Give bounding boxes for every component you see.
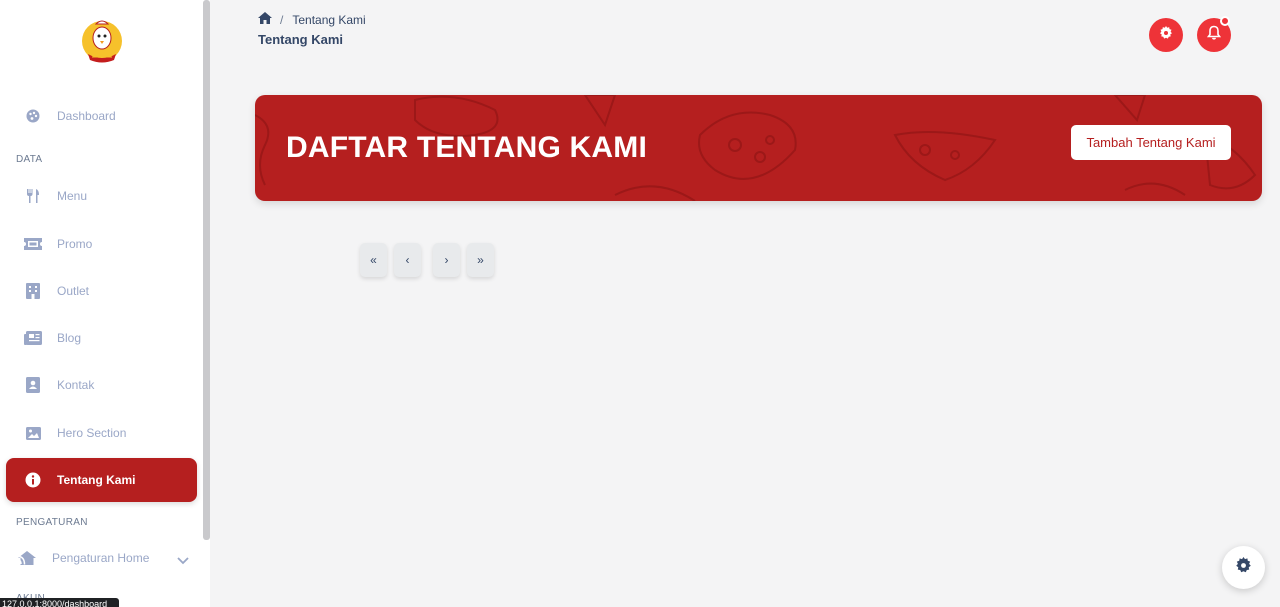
status-bar-url: 127.0.0.1:8000/dashboard	[0, 598, 119, 607]
notification-badge	[1220, 16, 1230, 26]
sidebar-item-label: Kontak	[57, 378, 95, 392]
sidebar-item-label: Menu	[57, 189, 88, 203]
first-page-button[interactable]: «	[360, 243, 387, 277]
sidebar-item-dashboard[interactable]: Dashboard	[6, 94, 197, 138]
contact-card-icon	[24, 376, 42, 394]
page-title: Tentang Kami	[258, 32, 343, 47]
sidebar-item-label: Pengaturan Home	[52, 551, 150, 565]
palette-icon	[24, 107, 42, 125]
sidebar-item-label: Tentang Kami	[57, 473, 136, 487]
newspaper-icon	[24, 329, 42, 347]
breadcrumb-current: Tentang Kami	[292, 12, 366, 27]
sidebar-item-label: Blog	[57, 331, 82, 345]
page-banner: DAFTAR TENTANG KAMI Tambah Tentang Kami	[255, 95, 1262, 201]
notifications-button[interactable]	[1197, 16, 1231, 52]
sidebar-item-label: Dashboard	[57, 109, 116, 123]
chevron-down-icon	[177, 552, 189, 570]
banner-title: DAFTAR TENTANG KAMI	[286, 131, 647, 164]
gear-icon	[1235, 556, 1252, 579]
breadcrumb-separator: /	[280, 12, 284, 27]
sidebar-scrollbar[interactable]	[203, 0, 210, 540]
next-page-button[interactable]: ›	[433, 243, 460, 277]
sidebar-item-menu[interactable]: Menu	[6, 174, 197, 218]
sidebar-item-tentang-kami[interactable]: Tentang Kami	[6, 458, 197, 502]
ticket-icon	[24, 235, 42, 253]
configurator-button[interactable]	[1222, 546, 1265, 589]
sidebar-item-hero-section[interactable]: Hero Section	[6, 411, 197, 455]
section-label-data: DATA	[16, 154, 43, 165]
sidebar: Dashboard DATA Menu Promo Outlet Blog Ko…	[0, 0, 210, 607]
utensils-icon	[24, 187, 42, 205]
sidebar-item-blog[interactable]: Blog	[6, 316, 197, 360]
brand-logo[interactable]	[76, 16, 128, 68]
sidebar-item-promo[interactable]: Promo	[6, 222, 197, 266]
info-icon	[24, 471, 42, 489]
sidebar-item-label: Outlet	[57, 284, 90, 298]
breadcrumb: / Tentang Kami	[258, 12, 366, 27]
gear-icon	[1159, 25, 1173, 45]
home-wifi-icon	[16, 549, 38, 567]
settings-button[interactable]	[1149, 18, 1183, 52]
sidebar-item-kontak[interactable]: Kontak	[6, 363, 197, 407]
last-page-button[interactable]: »	[467, 243, 494, 277]
section-label-pengaturan: PENGATURAN	[16, 517, 88, 528]
building-icon	[24, 282, 42, 300]
sidebar-item-pengaturan-home[interactable]: Pengaturan Home	[6, 536, 197, 580]
home-icon[interactable]	[258, 12, 272, 27]
image-icon	[24, 424, 42, 442]
sidebar-item-outlet[interactable]: Outlet	[6, 269, 197, 313]
sidebar-item-label: Promo	[57, 237, 93, 251]
add-about-button[interactable]: Tambah Tentang Kami	[1071, 125, 1231, 160]
prev-page-button[interactable]: ‹	[394, 243, 421, 277]
sidebar-item-label: Hero Section	[57, 426, 127, 440]
bell-icon	[1206, 25, 1222, 45]
